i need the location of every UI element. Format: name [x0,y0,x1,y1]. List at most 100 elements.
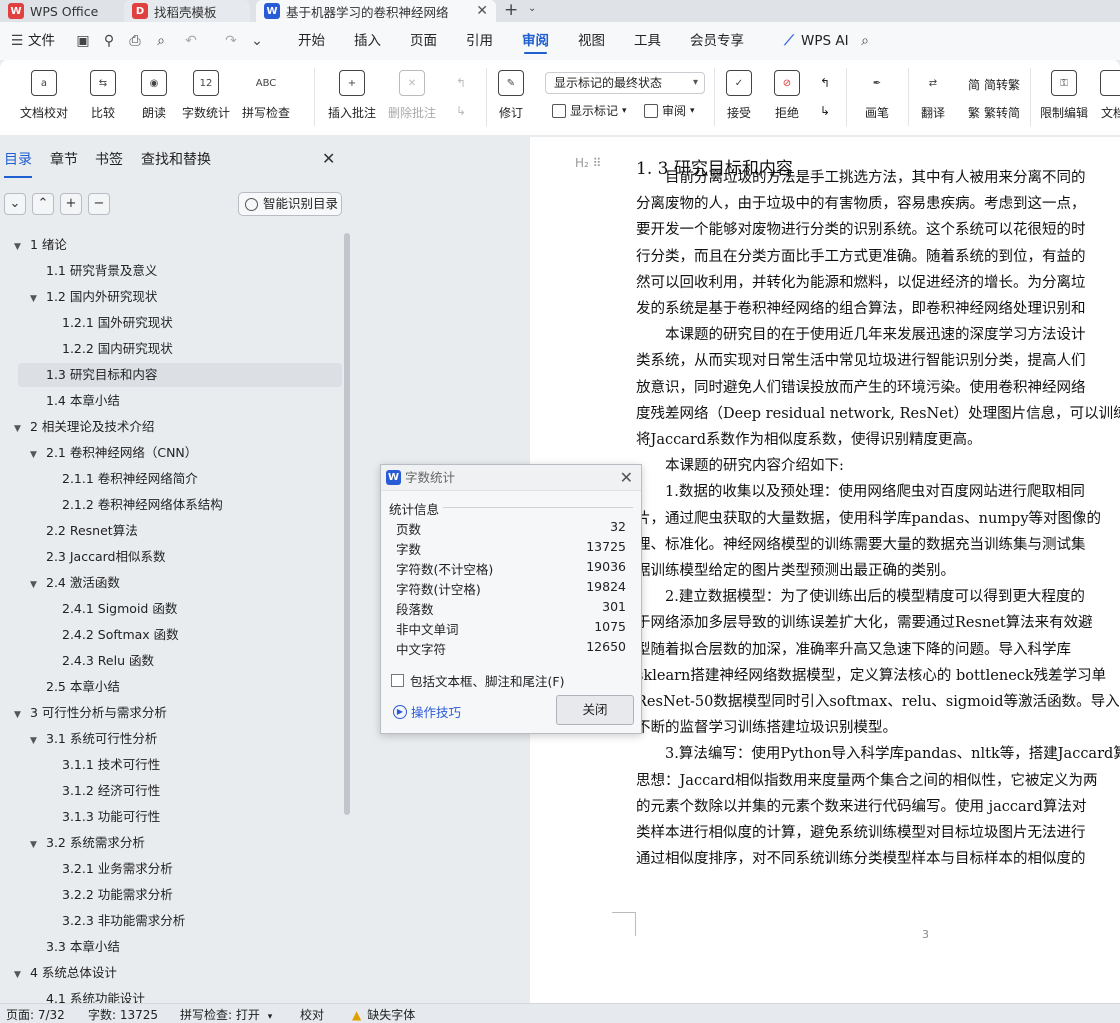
toc-item[interactable]: ▼ 3 可行性分析与需求分析 [0,701,340,725]
share-icon[interactable]: ⚲ [100,32,118,50]
menu-references[interactable]: 引用 [466,22,493,60]
menu-insert[interactable]: 插入 [354,22,381,60]
add-heading-plus-icon[interactable]: + [60,193,82,215]
toc-item[interactable]: ▼ 1 绪论 [0,233,340,257]
insert-comment-button[interactable]: + 插入批注 [328,70,376,121]
nav-tab-toc[interactable]: 目录 [4,149,32,178]
toc-item[interactable]: 2.4.3 Relu 函数 [0,649,340,673]
toc-item[interactable]: 3.2.3 非功能需求分析 [0,909,340,933]
expand-toggle-icon[interactable]: ▼ [14,235,26,259]
next-change-icon[interactable]: ↳ [820,104,830,118]
expand-toggle-icon[interactable]: ▼ [14,703,26,727]
menu-page[interactable]: 页面 [410,22,437,60]
nav-scrollbar[interactable] [344,233,350,815]
toc-item[interactable]: 1.4 本章小结 [0,389,340,413]
tips-link[interactable]: ▶ 操作技巧 [393,702,461,721]
show-markup-button[interactable]: 显示标记 ▾ [552,102,627,119]
spell-check-button[interactable]: ABC 拼写检查 [242,70,290,121]
toc-item[interactable]: ▼ 4 系统总体设计 [0,961,340,985]
smart-toc-button[interactable]: 智能识别目录 [238,192,342,216]
menu-view[interactable]: 视图 [578,22,605,60]
proofread-button[interactable]: a 文档校对 [20,70,68,121]
toc-item[interactable]: ▼ 2.1 卷积神经网络（CNN） [0,441,340,465]
track-changes-button[interactable]: ✎ 修订 [498,70,524,121]
toc-item[interactable]: 2.5 本章小结 [0,675,340,699]
expand-toggle-icon[interactable]: ▼ [30,833,42,857]
toc-item[interactable]: 1.1 研究背景及意义 [0,259,340,283]
toc-item[interactable]: 1.3 研究目标和内容 [18,363,342,387]
hamburger-menu-icon[interactable]: ☰ [8,32,26,50]
include-textboxes-checkbox[interactable]: 包括文本框、脚注和尾注(F) [391,671,564,690]
menu-review[interactable]: 审阅 [522,22,549,60]
expand-toggle-icon[interactable]: ▼ [30,729,42,753]
toc-item[interactable]: ▼ 1.2 国内外研究现状 [0,285,340,309]
accept-button[interactable]: ✓ 接受 [726,70,752,121]
restrict-editing-button[interactable]: ⚿ 限制编辑 [1040,70,1088,121]
ink-button[interactable]: ✒ 画笔 [864,70,890,121]
toc-item[interactable]: 2.2 Resnet算法 [0,519,340,543]
toc-item[interactable]: 2.4.1 Sigmoid 函数 [0,597,340,621]
display-for-review-select[interactable]: 显示标记的最终状态 ▾ [545,72,705,94]
toc-item[interactable]: ▼ 3.2 系统需求分析 [0,831,340,855]
proofread-status[interactable]: 校对 [300,1006,324,1023]
heading-drag-handle-icon[interactable]: H₂ ⠿ [575,156,601,170]
delete-comment-button[interactable]: ✕ 删除批注 [388,70,436,121]
missing-font-status[interactable]: ▲ 缺失字体 [352,1006,415,1023]
previous-change-icon[interactable]: ↰ [820,76,830,90]
toc-item[interactable]: ▼ 2.4 激活函数 [0,571,340,595]
save-icon[interactable]: ▣ [74,32,92,50]
expand-toggle-icon[interactable]: ▼ [14,963,26,987]
menu-start[interactable]: 开始 [298,22,325,60]
toc-item[interactable]: 2.4.2 Softmax 函数 [0,623,340,647]
toc-item[interactable]: 3.3 本章小结 [0,935,340,959]
nav-tab-chapters[interactable]: 章节 [50,149,78,169]
toc-item[interactable]: 2.1.2 卷积神经网络体系结构 [0,493,340,517]
translate-button[interactable]: ⇄ 翻译 [920,70,946,121]
toc-item[interactable]: 2.3 Jaccard相似系数 [0,545,340,569]
close-button[interactable]: 关闭 [556,695,634,725]
new-tab-icon[interactable]: + [504,0,518,20]
expand-up-chevron-icon[interactable]: ⌃ [32,193,54,215]
dialog-close-icon[interactable]: ✕ [620,468,633,487]
print-icon[interactable]: ⎙ [126,32,144,50]
checkbox-box[interactable] [391,674,404,687]
dialog-title-bar[interactable]: W 字数统计 [381,465,641,491]
word-count-indicator[interactable]: 字数: 13725 [88,1006,158,1023]
toc-item[interactable]: 3.1.1 技术可行性 [0,753,340,777]
traditional-to-simplified-button[interactable]: 繁 繁转简 [968,104,1020,121]
spell-check-status[interactable]: 拼写检查: 打开 ▾ [180,1006,272,1023]
review-pane-button[interactable]: 审阅 ▾ [644,102,695,119]
toc-item[interactable]: 3.2.1 业务需求分析 [0,857,340,881]
toc-item[interactable]: 1.2.2 国内研究现状 [0,337,340,361]
tab-list-chevron-icon[interactable]: ⌄ [528,3,536,14]
read-aloud-button[interactable]: ◉ 朗读 [141,70,167,121]
expand-toggle-icon[interactable]: ▼ [14,417,26,441]
expand-toggle-icon[interactable]: ▼ [30,287,42,311]
menu-wps-ai[interactable]: WPS AI [801,22,849,60]
next-comment-icon[interactable]: ↳ [456,104,466,118]
expand-toggle-icon[interactable]: ▼ [30,443,42,467]
toc-item[interactable]: ▼ 2 相关理论及技术介绍 [0,415,340,439]
undo-icon[interactable]: ↶ [182,32,200,50]
nav-tab-find-replace[interactable]: 查找和替换 [141,149,211,169]
menu-member[interactable]: 会员专享 [690,22,744,60]
page-indicator[interactable]: 页面: 7/32 [6,1006,65,1023]
tab-docer-templates[interactable]: D 找稻壳模板 [124,0,250,22]
menu-tools[interactable]: 工具 [634,22,661,60]
toc-item[interactable]: ▼ 3.1 系统可行性分析 [0,727,340,751]
toc-item[interactable]: 1.2.1 国外研究现状 [0,311,340,335]
redo-icon[interactable]: ↷ [222,32,240,50]
tab-wps-office[interactable]: W WPS Office [0,0,120,22]
search-icon[interactable]: ⌕ [856,32,874,50]
reject-button[interactable]: ⊘ 拒绝 [774,70,800,121]
menu-file[interactable]: 文件 [28,22,55,60]
more-quick-chevron-icon[interactable]: ⌄ [248,32,266,50]
toc-item[interactable]: 2.1.1 卷积神经网络简介 [0,467,340,491]
toc-item[interactable]: 3.1.3 功能可行性 [0,805,340,829]
simplified-to-traditional-button[interactable]: 简 简转繁 [968,76,1020,93]
close-pane-icon[interactable]: ✕ [322,149,335,168]
toc-item[interactable]: 3.2.2 功能需求分析 [0,883,340,907]
nav-tab-bookmarks[interactable]: 书签 [95,149,123,169]
close-tab-icon[interactable]: ✕ [476,3,488,19]
toc-item[interactable]: 3.1.2 经济可行性 [0,779,340,803]
